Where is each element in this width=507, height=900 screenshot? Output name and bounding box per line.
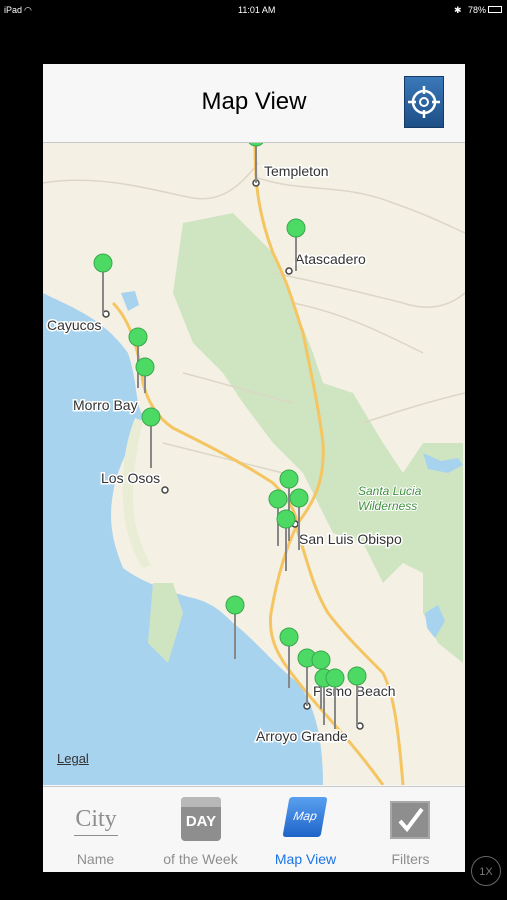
bluetooth-icon: ✱ (454, 5, 462, 15)
label-arroyo-grande: Arroyo Grande (256, 728, 348, 744)
city-icon: City (74, 803, 118, 836)
crosshair-target-icon (408, 86, 440, 118)
device-name: iPad (4, 5, 23, 15)
tab-bar: City Name DAY of the Week Map Map View F… (43, 786, 465, 872)
label-los-osos: Los Osos (101, 470, 160, 486)
clock: 11:01 AM (238, 5, 276, 15)
navigation-bar: Map View (43, 64, 465, 143)
tab-name-label: Name (76, 851, 115, 867)
tab-of-the-week-label: of the Week (163, 851, 238, 867)
label-san-luis-obispo: San Luis Obispo (299, 531, 402, 547)
battery-icon (488, 6, 502, 13)
map-view[interactable]: Templeton Atascadero Cayucos Morro Bay L… (43, 143, 465, 785)
label-wilderness: Wilderness (358, 499, 417, 513)
status-bar: iPad ◠ 11:01 AM ✱ 78% (0, 0, 507, 20)
battery-percent: 78% (468, 5, 487, 15)
label-cayucos: Cayucos (47, 317, 101, 333)
legal-link[interactable]: Legal (57, 751, 89, 766)
app-window: Map View Templeton Atascadero Cayucos Mo… (43, 64, 465, 872)
tab-map-view-label: Map View (274, 851, 337, 867)
label-atascadero: Atascadero (295, 251, 366, 267)
tab-filters-label: Filters (391, 851, 430, 867)
tab-of-the-week[interactable]: DAY of the Week (148, 787, 253, 872)
label-morro-bay: Morro Bay (73, 397, 138, 413)
locate-button[interactable] (404, 76, 444, 128)
checkbox-filter-icon (390, 801, 430, 839)
map-canvas[interactable]: Templeton Atascadero Cayucos Morro Bay L… (43, 143, 465, 785)
label-santa-lucia: Santa Lucia (358, 484, 422, 498)
tab-filters[interactable]: Filters (358, 787, 463, 872)
page-title: Map View (201, 88, 307, 115)
calendar-day-text: DAY (185, 813, 217, 830)
label-templeton: Templeton (264, 163, 329, 179)
zoom-badge[interactable]: 1X (471, 856, 501, 886)
calendar-day-icon: DAY (181, 797, 221, 841)
tab-map-view[interactable]: Map Map View (253, 787, 358, 872)
tab-name[interactable]: City Name (43, 787, 148, 872)
wifi-icon: ◠ (24, 5, 32, 15)
map-icon: Map (282, 797, 328, 837)
